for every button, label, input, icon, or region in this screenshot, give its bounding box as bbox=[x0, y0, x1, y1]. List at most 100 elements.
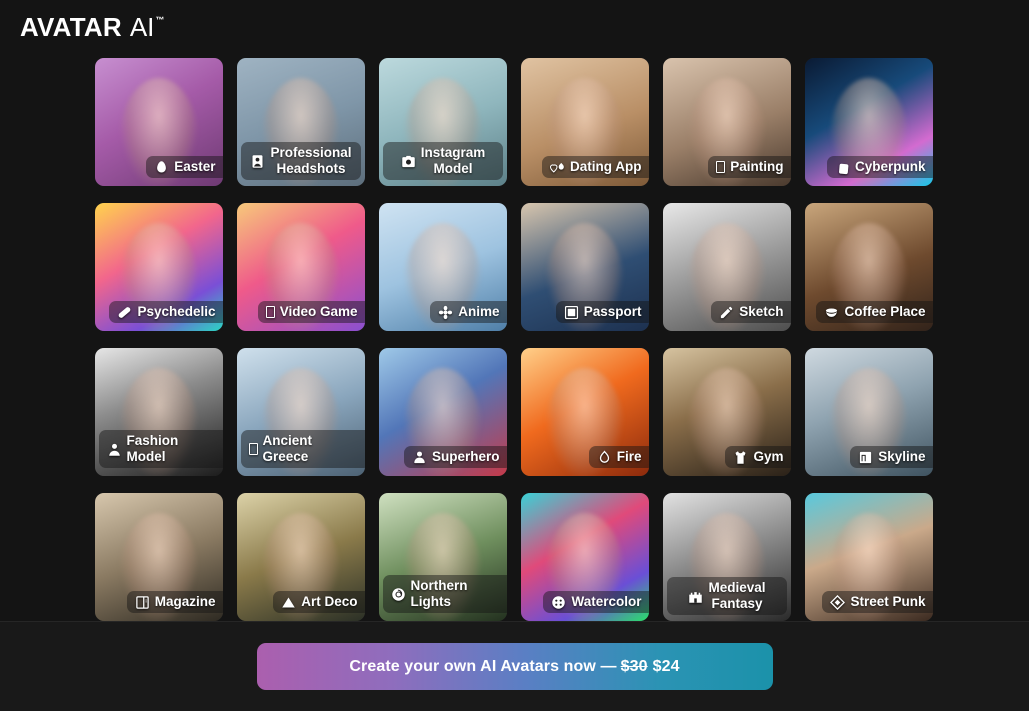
logo-secondary-text: AI bbox=[129, 12, 155, 42]
avatar-style-label: Magazine bbox=[126, 591, 223, 613]
person-icon bbox=[107, 442, 122, 457]
avatar-style-card[interactable]: Passport bbox=[520, 203, 649, 331]
avatar-style-label: Medieval Fantasy bbox=[666, 577, 787, 615]
flower-icon bbox=[438, 305, 453, 320]
avatar-style-label-text: Psychedelic bbox=[137, 304, 216, 320]
avatar-style-label-text: Cyberpunk bbox=[854, 159, 926, 175]
footer-bar: Create your own AI Avatars now — $30 $24 bbox=[0, 621, 1029, 711]
avatar-style-label: Painting bbox=[708, 156, 791, 178]
avatar-style-card[interactable]: Anime bbox=[378, 203, 507, 331]
castle-icon bbox=[688, 589, 703, 604]
avatar-style-label: Watercolor bbox=[543, 591, 649, 613]
avatar-style-label-text: Anime bbox=[458, 304, 500, 320]
avatar-style-label: Video Game bbox=[257, 301, 365, 323]
avatar-style-label: Sketch bbox=[711, 301, 791, 323]
missing-glyph-icon bbox=[716, 161, 726, 174]
avatar-style-label-text: Magazine bbox=[154, 594, 216, 610]
avatar-style-label-text: Painting bbox=[730, 159, 784, 175]
avatar-style-label-text: Skyline bbox=[878, 449, 926, 465]
avatar-style-label: Instagram Model bbox=[382, 142, 503, 180]
avatar-style-label-text: Coffee Place bbox=[844, 304, 926, 320]
avatar-style-card[interactable]: Northern Lights bbox=[378, 493, 507, 621]
diamond-icon bbox=[830, 594, 846, 610]
avatar-style-card[interactable]: Ancient Greece bbox=[236, 348, 365, 476]
avatar-style-card[interactable]: Skyline bbox=[804, 348, 933, 476]
avatar-style-label-text: Video Game bbox=[279, 304, 358, 320]
avatar-style-grid: Easter Professional Headshots Instagram Mo… bbox=[94, 58, 935, 621]
avatar-style-card[interactable]: Street Punk bbox=[804, 493, 933, 621]
avatar-style-card[interactable]: Dating App bbox=[520, 58, 649, 186]
avatar-style-card[interactable]: Fire bbox=[520, 348, 649, 476]
logo-primary-text: AVATAR bbox=[20, 12, 122, 42]
avatar-style-card[interactable]: Psychedelic bbox=[94, 203, 223, 331]
avatar-style-card[interactable]: Cyberpunk bbox=[804, 58, 933, 186]
avatar-style-label: Gym bbox=[725, 446, 791, 468]
avatar-style-card[interactable]: Video Game bbox=[236, 203, 365, 331]
avatar-style-label-text: Gym bbox=[753, 449, 784, 465]
avatar-style-label-text: Fire bbox=[616, 449, 642, 465]
avatar-style-card[interactable]: Painting bbox=[662, 58, 791, 186]
tank-top-icon bbox=[733, 450, 748, 465]
cta-prefix-text: Create your own AI Avatars now — bbox=[349, 657, 617, 675]
pencil-icon bbox=[719, 305, 734, 320]
avatar-style-card[interactable]: Instagram Model bbox=[378, 58, 507, 186]
avatar-style-card[interactable]: Art Deco bbox=[236, 493, 365, 621]
window-icon bbox=[858, 450, 873, 465]
triangle-icon bbox=[281, 595, 296, 610]
avatar-style-card[interactable]: Gym bbox=[662, 348, 791, 476]
avatar-style-label: Coffee Place bbox=[816, 301, 933, 323]
avatar-style-label-text: Passport bbox=[583, 304, 642, 320]
palette-icon bbox=[551, 595, 566, 610]
avatar-style-label: Anime bbox=[430, 301, 507, 323]
avatar-style-label-text: Sketch bbox=[739, 304, 784, 320]
avatar-style-card[interactable]: Sketch bbox=[662, 203, 791, 331]
tag-icon bbox=[835, 160, 850, 175]
avatar-style-label: Professional Headshots bbox=[240, 142, 361, 180]
avatar-style-card[interactable]: Magazine bbox=[94, 493, 223, 621]
book-icon bbox=[135, 595, 150, 610]
avatar-style-label-text: Instagram Model bbox=[420, 145, 486, 177]
avatar-style-label-text: Dating App bbox=[570, 159, 642, 175]
avatar-style-card[interactable]: Medieval Fantasy bbox=[662, 493, 791, 621]
avatar-style-label: Easter bbox=[146, 156, 223, 178]
avatar-style-label-text: Northern Lights bbox=[410, 578, 468, 610]
avatar-style-label-text: Art Deco bbox=[301, 594, 358, 610]
avatar-style-label-text: Ancient Greece bbox=[262, 433, 313, 465]
spiral-icon bbox=[391, 587, 406, 602]
camera-icon bbox=[401, 154, 416, 169]
avatar-style-label: Northern Lights bbox=[382, 575, 507, 613]
avatar-style-label: Passport bbox=[555, 301, 649, 323]
avatar-style-label-text: Easter bbox=[174, 159, 216, 175]
avatar-style-label: Superhero bbox=[403, 446, 507, 468]
avatar-style-label: Skyline bbox=[850, 446, 933, 468]
avatar-style-label: Dating App bbox=[542, 156, 649, 178]
app-logo[interactable]: AVATAR AI ™ bbox=[20, 14, 164, 40]
avatar-style-card[interactable]: Fashion Model bbox=[94, 348, 223, 476]
flame-icon bbox=[597, 450, 612, 465]
avatar-style-label: Fashion Model bbox=[98, 430, 223, 468]
avatar-style-card[interactable]: Watercolor bbox=[520, 493, 649, 621]
page-header: AVATAR AI ™ bbox=[0, 0, 1029, 58]
avatar-style-label: Ancient Greece bbox=[240, 430, 365, 468]
avatar-style-label-text: Superhero bbox=[431, 449, 500, 465]
avatar-style-card[interactable]: Professional Headshots bbox=[236, 58, 365, 186]
avatar-style-card[interactable]: Coffee Place bbox=[804, 203, 933, 331]
missing-glyph-icon bbox=[248, 443, 258, 456]
create-avatars-cta-button[interactable]: Create your own AI Avatars now — $30 $24 bbox=[256, 643, 773, 690]
pill-icon bbox=[117, 305, 132, 320]
avatar-style-label-text: Medieval Fantasy bbox=[708, 580, 766, 612]
heart-flame-icon bbox=[550, 160, 565, 175]
missing-glyph-icon bbox=[265, 306, 275, 319]
logo-trademark-symbol: ™ bbox=[155, 15, 165, 25]
avatar-style-label-text: Professional Headshots bbox=[270, 145, 352, 177]
avatar-style-label: Fire bbox=[588, 446, 649, 468]
hero-person-icon bbox=[412, 450, 427, 465]
avatar-style-label: Psychedelic bbox=[109, 301, 223, 323]
avatar-style-label-text: Fashion Model bbox=[126, 433, 179, 465]
avatar-style-card[interactable]: Superhero bbox=[378, 348, 507, 476]
avatar-style-label: Art Deco bbox=[273, 591, 365, 613]
coffee-cup-icon bbox=[824, 305, 839, 320]
portrait-frame-icon bbox=[250, 154, 265, 169]
avatar-style-card[interactable]: Easter bbox=[94, 58, 223, 186]
id-card-icon bbox=[564, 305, 579, 320]
